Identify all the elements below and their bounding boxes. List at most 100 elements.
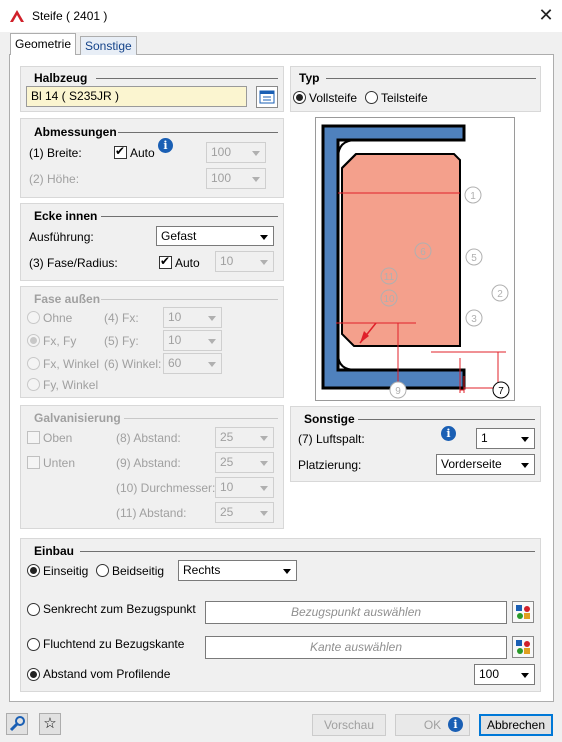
seite-value: Rechts [183, 563, 221, 577]
info-icon[interactable]: i [441, 426, 456, 441]
ohne-radio[interactable] [27, 311, 40, 324]
oben-checkbox[interactable] [27, 431, 40, 444]
abbrechen-button[interactable]: Abbrechen [479, 714, 553, 736]
label-1: 1 [470, 191, 476, 202]
tab-geometrie[interactable]: Geometrie [10, 33, 77, 55]
fx-combo[interactable]: 10 [163, 307, 222, 328]
settings-button[interactable] [6, 713, 28, 735]
fy-value: 10 [168, 333, 182, 347]
label-10: 10 [383, 294, 395, 305]
fx-fy-radio[interactable] [27, 334, 40, 347]
fase-combo[interactable]: 10 [215, 251, 274, 272]
pick-point-icon [516, 605, 530, 619]
chevron-down-icon [252, 177, 260, 182]
abstand11-value: 25 [220, 505, 234, 519]
abstand9-combo[interactable]: 25 [215, 452, 274, 473]
divider [124, 418, 278, 419]
luftspalt-value: 1 [481, 431, 488, 445]
fy-winkel-radio[interactable] [27, 378, 40, 391]
label-11: 11 [384, 272, 395, 283]
hoehe-value: 100 [211, 171, 232, 185]
label-7: 7 [498, 386, 504, 397]
ausfuehrung-label: Ausführung: [29, 230, 94, 244]
luftspalt-combo[interactable]: 1 [476, 428, 535, 449]
ok-label: OK [423, 718, 442, 732]
star-icon: ☆ [43, 715, 57, 732]
senkrecht-radio[interactable] [27, 603, 40, 616]
typ-title: Typ [299, 71, 320, 85]
fase-aussen-title: Fase außen [34, 292, 101, 306]
kante-field[interactable]: Kante auswählen [205, 636, 507, 659]
fase-value: 10 [220, 254, 234, 268]
vorschau-button[interactable]: Vorschau [312, 714, 386, 736]
divider [118, 132, 278, 133]
ausfuehrung-combo[interactable]: Gefast [156, 226, 274, 246]
beidseitig-label: Beidseitig [112, 564, 165, 578]
breite-auto-checkbox[interactable] [114, 144, 127, 159]
abstand8-value: 25 [220, 430, 234, 444]
winkel-combo[interactable]: 60 [163, 353, 222, 374]
fx-value: 10 [168, 310, 182, 324]
ausfuehrung-value: Gefast [161, 229, 197, 243]
breite-auto-label: Auto [130, 146, 155, 160]
halbzeug-field[interactable]: Bl 14 ( S235JR ) [26, 86, 247, 107]
bezugspunkt-field[interactable]: Bezugspunkt auswählen [205, 601, 507, 624]
hoehe-combo[interactable]: 100 [206, 168, 266, 189]
abstand8-label: (8) Abstand: [116, 431, 181, 445]
teilsteife-radio[interactable] [365, 91, 378, 104]
fx-fy-label: Fx, Fy [43, 334, 77, 348]
abstand-profilende-combo[interactable]: 100 [474, 664, 535, 685]
fx-winkel-radio[interactable] [27, 357, 40, 370]
fy-combo[interactable]: 10 [163, 330, 222, 351]
fluchtend-label: Fluchtend zu Bezugskante [43, 637, 185, 651]
senkrecht-label: Senkrecht zum Bezugspunkt [43, 602, 196, 616]
typ-group [290, 66, 541, 112]
abstand-profilende-value: 100 [479, 667, 500, 681]
breite-combo[interactable]: 100 [206, 142, 266, 163]
catalog-icon [259, 90, 275, 104]
durchmesser-combo[interactable]: 10 [215, 477, 274, 498]
ohne-label: Ohne [43, 311, 73, 325]
beidseitig-radio[interactable] [96, 564, 109, 577]
winkel-value: 60 [168, 356, 182, 370]
pick-point-button[interactable] [512, 601, 534, 623]
abstand-profilende-radio[interactable] [27, 668, 40, 681]
vollsteife-radio[interactable] [293, 91, 306, 104]
fase-label: (3) Fase/Radius: [29, 256, 118, 270]
unten-checkbox[interactable] [27, 456, 40, 469]
abmessungen-title: Abmessungen [34, 125, 117, 139]
chevron-down-icon [260, 260, 268, 265]
sonstige-title: Sonstige [304, 412, 355, 426]
tab-sonstige[interactable]: Sonstige [80, 36, 137, 55]
divider [326, 78, 536, 79]
oben-label: Oben [43, 431, 73, 445]
platzierung-combo[interactable]: Vorderseite [436, 454, 535, 475]
fluchtend-radio[interactable] [27, 638, 40, 651]
abstand11-combo[interactable]: 25 [215, 502, 274, 523]
fase-auto-checkbox[interactable] [159, 254, 172, 269]
chevron-down-icon [208, 339, 216, 344]
abstand8-combo[interactable]: 25 [215, 427, 274, 448]
label-5: 5 [471, 253, 477, 264]
abstand9-label: (9) Abstand: [116, 456, 181, 470]
fy-label: (5) Fy: [104, 334, 139, 348]
abstand11-label: (11) Abstand: [116, 506, 187, 520]
halbzeug-select-button[interactable] [256, 86, 278, 108]
platzierung-value: Vorderseite [441, 457, 502, 471]
chevron-down-icon [521, 673, 529, 678]
fase-auto-label: Auto [175, 256, 200, 270]
info-icon[interactable]: i [158, 138, 173, 153]
chevron-down-icon [260, 436, 268, 441]
chevron-down-icon [260, 235, 268, 240]
label-2: 2 [497, 289, 503, 300]
unten-label: Unten [43, 456, 76, 470]
chevron-down-icon [260, 511, 268, 516]
pick-edge-button[interactable] [512, 636, 534, 658]
favorites-button[interactable]: ☆ [39, 713, 61, 735]
window-title: Steife ( 2401 ) [32, 9, 108, 23]
durchmesser-label: (10) Durchmesser: [116, 481, 216, 495]
seite-combo[interactable]: Rechts [178, 560, 297, 581]
einseitig-radio[interactable] [27, 564, 40, 577]
platzierung-label: Platzierung: [298, 458, 362, 472]
close-icon[interactable]: ✕ [536, 4, 556, 26]
